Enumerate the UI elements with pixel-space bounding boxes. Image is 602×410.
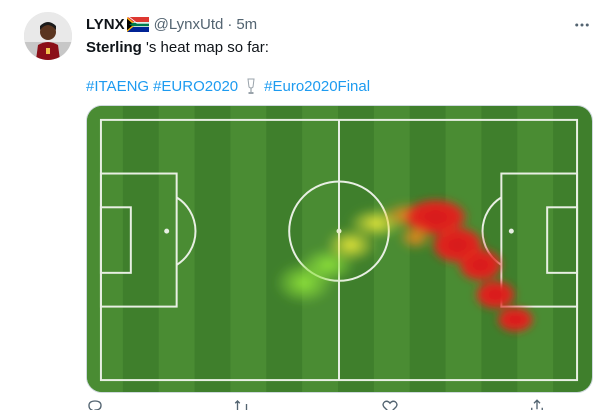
timestamp[interactable]: 5m — [236, 16, 257, 33]
display-name[interactable]: LYNX — [86, 16, 125, 33]
avatar[interactable] — [24, 12, 72, 60]
tweet-text-bold: Sterling — [86, 39, 142, 56]
share-button[interactable] — [528, 398, 546, 410]
player-avatar-icon — [24, 12, 72, 60]
retweet-icon — [235, 400, 248, 410]
more-options-button[interactable] — [570, 13, 594, 37]
tweet-header: LYNX @LynxUtd · 5m — [86, 14, 257, 34]
reply-button[interactable] — [86, 398, 104, 410]
tweet-text: Sterling 's heat map so far: — [86, 38, 269, 58]
more-dots-icon — [575, 23, 589, 27]
retweet-button[interactable] — [233, 398, 251, 410]
reply-icon — [88, 400, 102, 410]
separator: · — [227, 15, 233, 33]
hashtag-euro2020final[interactable]: #Euro2020Final — [264, 77, 370, 97]
tweet-text-rest: 's heat map so far: — [141, 39, 269, 56]
hashtag-euro2020[interactable]: #EURO2020 — [153, 77, 238, 97]
hashtags: #ITAENG #EURO2020 #Euro2020Final — [86, 77, 374, 97]
south-africa-flag-icon — [126, 16, 149, 32]
like-icon — [382, 400, 398, 410]
like-button[interactable] — [381, 398, 399, 410]
share-icon — [531, 399, 543, 410]
tweet[interactable]: LYNX @LynxUtd · 5m Sterling 's heat map … — [0, 0, 602, 410]
football-pitch-heatmap — [87, 106, 592, 392]
handle[interactable]: @LynxUtd — [154, 16, 224, 33]
tweet-actions — [86, 398, 546, 410]
trophy-icon — [246, 78, 256, 96]
hashtag-itaeng[interactable]: #ITAENG — [86, 77, 149, 97]
tweet-image[interactable] — [86, 105, 593, 393]
